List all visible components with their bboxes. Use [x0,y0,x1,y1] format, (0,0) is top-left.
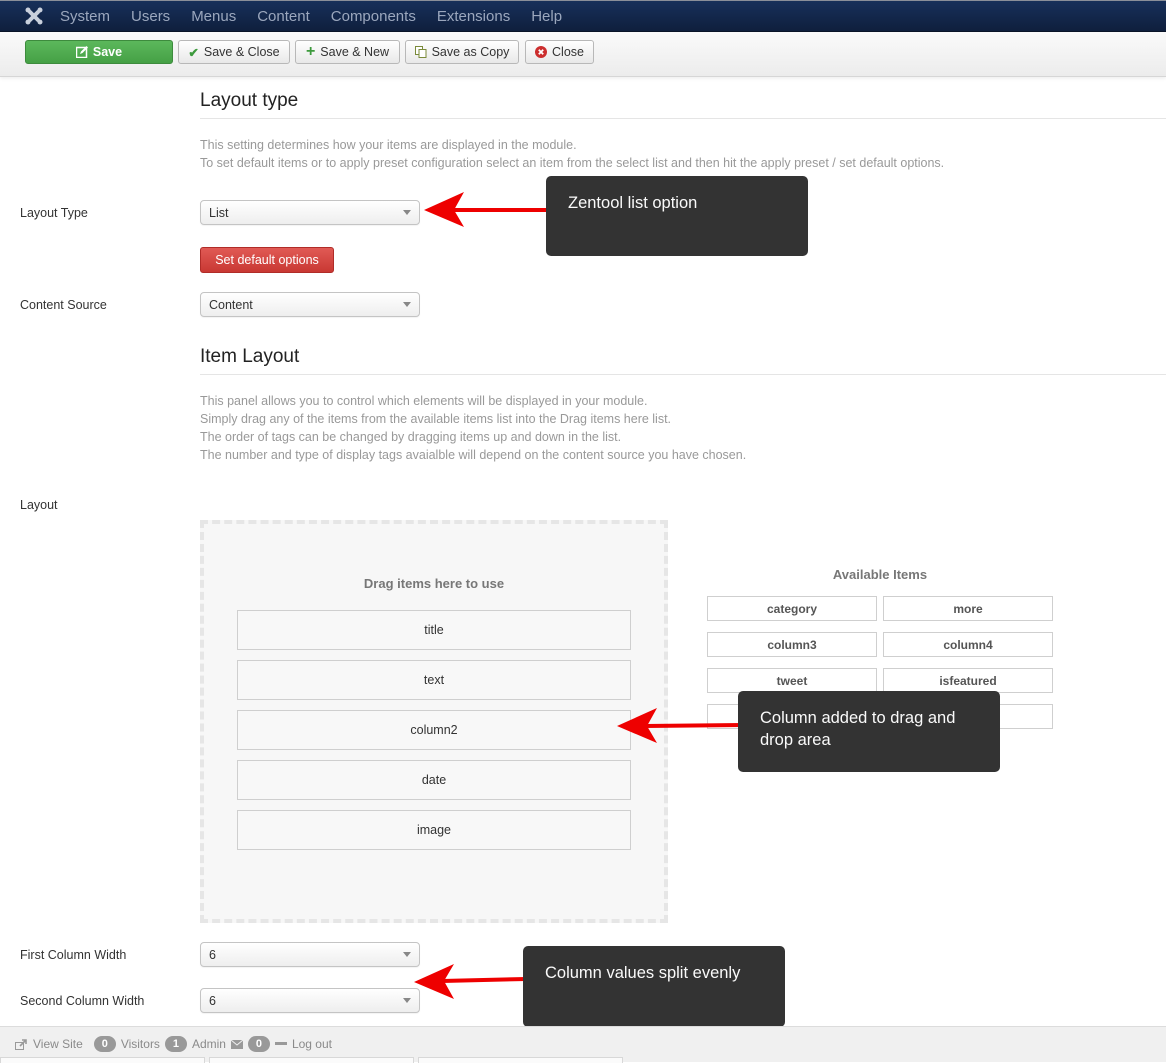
chevron-down-icon [403,998,411,1003]
edit-icon [75,46,88,58]
external-link-icon [15,1038,28,1050]
status-tab [209,1057,414,1063]
save-new-button[interactable]: + Save & New [295,40,400,64]
save-close-button[interactable]: ✔ Save & Close [178,40,290,64]
content-source-label: Content Source [20,298,107,312]
annotation-list-option: Zentool list option [546,176,808,256]
description-line: The number and type of display tags avai… [200,448,747,462]
visitors-label: Visitors [120,1037,160,1051]
second-column-width-select[interactable]: 6 [200,988,420,1013]
layout-type-heading: Layout type [200,90,299,111]
description-line: This setting determines how your items a… [200,138,577,152]
item-layout-heading: Item Layout [200,346,300,367]
nav-help[interactable]: Help [531,8,562,25]
drop-zone-title: Drag items here to use [363,576,505,591]
available-items-title: Available Items [832,567,928,582]
status-tab [418,1057,623,1063]
available-item-more[interactable]: more [883,596,1053,621]
available-item-isfeatured[interactable]: isfeatured [883,668,1053,693]
description-line: This panel allows you to control which e… [200,394,648,408]
available-item-category[interactable]: category [707,596,877,621]
available-item-column3[interactable]: column3 [707,632,877,657]
description-line: The order of tags can be changed by drag… [200,430,622,444]
status-bar: View Site 0 Visitors 1 Admin 0 Log out [0,1026,1166,1063]
used-item-text[interactable]: text [237,660,631,700]
admin-count-badge: 1 [164,1036,187,1052]
top-navbar: System Users Menus Content Components Ex… [0,0,1166,32]
close-label: Close [552,45,584,59]
used-item-date[interactable]: date [237,760,631,800]
layout-type-value: List [209,205,229,220]
annotation-arrow-icon [617,708,744,743]
nav-components[interactable]: Components [331,8,416,25]
nav-users[interactable]: Users [131,8,170,25]
status-tabs [0,1057,623,1063]
chevron-down-icon [403,302,411,307]
layout-type-select[interactable]: List [200,200,420,225]
nav-content[interactable]: Content [257,8,310,25]
second-column-width-value: 6 [209,993,216,1008]
messages-count-badge[interactable]: 0 [247,1036,270,1052]
toolbar: Save ✔ Save & Close + Save & New Save as… [0,32,1166,77]
save-new-label: Save & New [320,45,390,59]
first-column-width-label: First Column Width [20,948,127,962]
envelope-icon[interactable] [230,1039,243,1049]
close-circle-icon [535,46,548,58]
divider [200,118,1166,119]
log-out-link[interactable]: Log out [292,1037,332,1051]
layout-type-description: This setting determines how your items a… [200,136,944,172]
minus-icon [274,1042,287,1046]
visitors-count-badge: 0 [93,1036,116,1052]
annotation-column-added: Column added to drag and drop area [738,691,1000,772]
chevron-down-icon [403,210,411,215]
nav-system[interactable]: System [60,8,110,25]
status-tab [0,1057,205,1063]
second-column-width-label: Second Column Width [20,994,145,1008]
joomla-logo-icon[interactable] [24,6,44,26]
set-default-options-button[interactable]: Set default options [200,247,334,273]
layout-label: Layout [20,498,58,512]
item-layout-description: This panel allows you to control which e… [200,392,746,464]
first-column-width-select[interactable]: 6 [200,942,420,967]
save-label: Save [92,45,123,59]
annotation-split-evenly: Column values split evenly [523,946,785,1027]
plus-icon: + [305,43,316,60]
nav-menus[interactable]: Menus [191,8,236,25]
description-line: To set default items or to apply preset … [200,156,945,170]
view-site-link[interactable]: View Site [33,1037,83,1051]
save-close-label: Save & Close [203,45,280,59]
copy-icon [414,46,427,58]
save-copy-label: Save as Copy [431,45,510,59]
used-item-column2[interactable]: column2 [237,710,631,750]
used-item-title[interactable]: title [237,610,631,650]
nav-extensions[interactable]: Extensions [437,8,510,25]
status-row: View Site 0 Visitors 1 Admin 0 Log out [15,1036,332,1052]
check-icon: ✔ [188,45,199,60]
divider [200,374,1166,375]
annotation-arrow-icon [424,192,550,227]
drag-drop-zone[interactable]: Drag items here to use title text column… [200,520,668,923]
used-item-image[interactable]: image [237,810,631,850]
save-button[interactable]: Save [25,40,173,64]
available-item-column4[interactable]: column4 [883,632,1053,657]
save-copy-button[interactable]: Save as Copy [405,40,519,64]
content-source-value: Content [209,297,253,312]
first-column-width-value: 6 [209,947,216,962]
layout-type-label: Layout Type [20,206,88,220]
annotation-arrow-icon [414,964,527,999]
available-item-tweet[interactable]: tweet [707,668,877,693]
close-button[interactable]: Close [525,40,594,64]
description-line: Simply drag any of the items from the av… [200,412,672,426]
chevron-down-icon [403,952,411,957]
content-source-select[interactable]: Content [200,292,420,317]
admin-label: Admin [191,1037,226,1051]
